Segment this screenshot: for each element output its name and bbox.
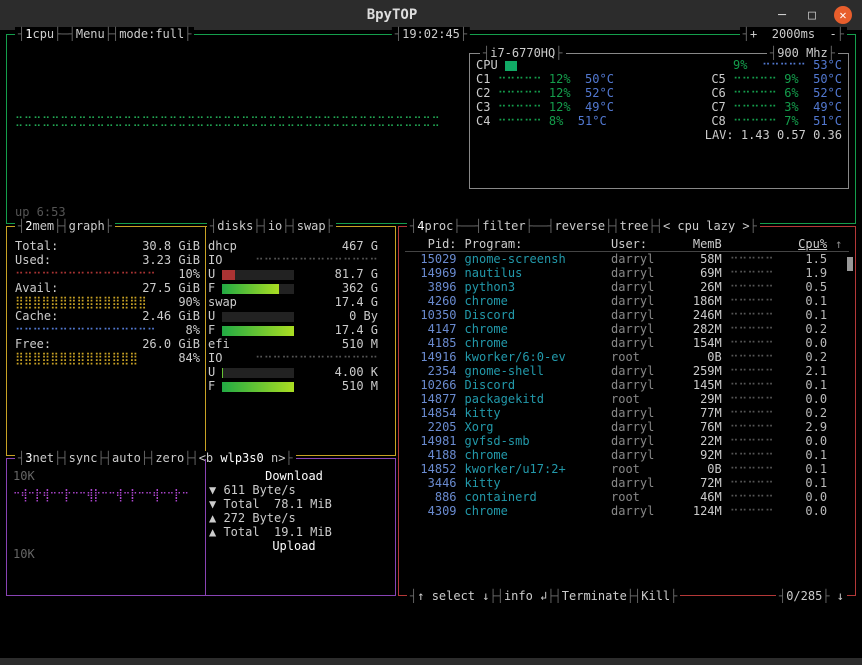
cpu-core-row: C2 ⠒⠒⠒⠒⠒ 12% 52°CC6 ⠒⠒⠒⠒⠒ 6% 52°C: [476, 86, 842, 100]
proc-scrollbar[interactable]: [847, 257, 853, 271]
net-upload-total: 19.1 MiB: [274, 525, 332, 539]
window-title: BpyTOP: [10, 7, 774, 23]
mem-disks[interactable]: disks: [217, 219, 253, 233]
cpu-core-row: C1 ⠒⠒⠒⠒⠒ 12% 50°CC5 ⠒⠒⠒⠒⠒ 9% 50°C: [476, 72, 842, 86]
net-divider: [205, 459, 206, 595]
net-auto[interactable]: auto: [112, 451, 141, 465]
table-row[interactable]: 2354gnome-shelldarryl259M⠒⠒⠒⠒⠒2.1: [405, 364, 849, 378]
mem-total: 30.8 GiB: [142, 239, 200, 253]
table-row[interactable]: 10350Discorddarryl246M⠒⠒⠒⠒⠒0.1: [405, 308, 849, 322]
proc-kill[interactable]: Kill: [641, 589, 670, 603]
proc-label: proc: [424, 219, 453, 233]
table-row[interactable]: 886containerdroot46M⠒⠒⠒⠒⠒0.0: [405, 490, 849, 504]
table-row[interactable]: 14877packagekitdroot29M⠒⠒⠒⠒⠒0.0: [405, 392, 849, 406]
mem-avail: 27.5 GiB: [142, 281, 200, 295]
terminal: ┤1cpu├─┤Menu├┤mode:full├ ┤19:02:45├ ┤+ 2…: [0, 30, 862, 658]
proc-filter[interactable]: filter: [482, 219, 525, 233]
cpu-lav: LAV: 1.43 0.57 0.36: [705, 128, 842, 142]
cpu-uptime: up 6:53: [15, 205, 66, 219]
cpu-overall-pct: 9%: [733, 58, 747, 72]
disk-stats: dhcp467 G IO⠒⠒⠒⠒⠒⠒⠒⠒⠒⠒⠒⠒⠒⠒ U 81.7 G F 36…: [208, 239, 378, 393]
cpu-menu[interactable]: Menu: [76, 27, 105, 41]
proc-info[interactable]: info: [504, 589, 533, 603]
table-row[interactable]: 14854kittydarryl77M⠒⠒⠒⠒⠒0.2: [405, 406, 849, 420]
cpu-core-row: C3 ⠒⠒⠒⠒⠒ 12% 49°CC7 ⠒⠒⠒⠒⠒ 3% 49°C: [476, 100, 842, 114]
cpu-core-row: C4 ⠒⠒⠒⠒⠒ 8% 51°CC8 ⠒⠒⠒⠒⠒ 7% 51°C: [476, 114, 842, 128]
cpu-model: i7-6770HQ: [490, 46, 555, 60]
cpu-panel: ┤1cpu├─┤Menu├┤mode:full├ ┤19:02:45├ ┤+ 2…: [6, 34, 856, 224]
mem-panel: ┤2mem├┤graph├ ┤disks├┤io├┤swap├ Total:30…: [6, 226, 396, 456]
disk-dhcp: dhcp: [208, 239, 237, 253]
table-row[interactable]: 3446kittydarryl72M⠒⠒⠒⠒⠒0.1: [405, 476, 849, 490]
cpu-graph: ⠒⠒⠒⠒⠒⠒⠒⠒⠒⠒⠒⠒⠒⠒⠒⠒⠒⠒⠒⠒⠒⠒⠒⠒⠒⠒⠒⠒⠒⠒⠒⠒⠒⠒⠒⠒⠒⠒⠒⠒…: [15, 115, 455, 131]
proc-panel: ┤4proc├──┤filter├──┤reverse├┤tree├┤< cpu…: [398, 226, 856, 596]
proc-position: 0/285: [786, 589, 822, 603]
net-download-rate: 611 Byte/s: [223, 483, 295, 497]
mem-stats: Total:30.8 GiB Used:3.23 GiB ⠒⠒⠒⠒⠒⠒⠒⠒⠒⠒⠒…: [15, 239, 200, 393]
titlebar: BpyTOP ─ □ ✕: [0, 0, 862, 30]
cpu-clock: 19:02:45: [402, 27, 460, 41]
net-graph: 10K ⠀⢀⠀⡀⢀⠀⠀⡀⠀⠀⢀⡀⠀⠀⢀⠀⡀⠀⠀⢀⠀⠀⡀⠀ ⠒⢾⠒⡗⢾⠒⠒⡗⠒⠒⢾…: [13, 469, 203, 561]
mem-graph[interactable]: graph: [69, 219, 105, 233]
cpu-overall-bar: [505, 61, 517, 71]
cpu-label: cpu: [32, 27, 54, 41]
proc-terminate[interactable]: Terminate: [562, 589, 627, 603]
cpu-mhz: 900 Mhz: [777, 46, 828, 60]
net-download-total: 78.1 MiB: [274, 497, 332, 511]
mem-cache: 2.46 GiB: [142, 309, 200, 323]
net-iface: wlp3s0: [220, 451, 263, 465]
mem-swap[interactable]: swap: [297, 219, 326, 233]
cpu-delay[interactable]: 2000ms: [772, 27, 815, 41]
table-row[interactable]: 4147chromedarryl282M⠒⠒⠒⠒⠒0.2: [405, 322, 849, 336]
cpu-mode[interactable]: full: [155, 27, 184, 41]
table-row[interactable]: 14981gvfsd-smbdarryl22M⠒⠒⠒⠒⠒0.0: [405, 434, 849, 448]
table-row[interactable]: 4185chromedarryl154M⠒⠒⠒⠒⠒0.0: [405, 336, 849, 350]
proc-table: Pid: Program: User: MemB Cpu% ↑ 15029gno…: [405, 237, 849, 518]
proc-sort[interactable]: cpu lazy: [677, 219, 735, 233]
table-row[interactable]: 14852kworker/u17:2+root0B⠒⠒⠒⠒⠒0.1: [405, 462, 849, 476]
table-row[interactable]: 14969nautilusdarryl69M⠒⠒⠒⠒⠒1.9: [405, 266, 849, 280]
net-info: Download ▼ 611 Byte/s ▼ Total 78.1 MiB ▲…: [209, 469, 379, 561]
table-row[interactable]: 4309chromedarryl124M⠒⠒⠒⠒⠒0.0: [405, 504, 849, 518]
mem-free: 26.0 GiB: [142, 337, 200, 351]
table-row[interactable]: 10266Discorddarryl145M⠒⠒⠒⠒⠒0.1: [405, 378, 849, 392]
net-upload-title: Upload: [209, 539, 379, 553]
table-row[interactable]: 2205Xorgdarryl76M⠒⠒⠒⠒⠒2.9: [405, 420, 849, 434]
close-button[interactable]: ✕: [834, 6, 852, 24]
proc-reverse[interactable]: reverse: [555, 219, 606, 233]
table-row[interactable]: 4188chromedarryl92M⠒⠒⠒⠒⠒0.1: [405, 448, 849, 462]
mem-io[interactable]: io: [268, 219, 282, 233]
proc-select[interactable]: select: [432, 589, 475, 603]
table-row[interactable]: 14916kworker/6:0-evroot0B⠒⠒⠒⠒⠒0.2: [405, 350, 849, 364]
proc-tree[interactable]: tree: [620, 219, 649, 233]
mem-divider: [205, 227, 206, 455]
disk-efi: efi: [208, 337, 230, 351]
minimize-button[interactable]: ─: [774, 7, 790, 23]
net-zero[interactable]: zero: [155, 451, 184, 465]
maximize-button[interactable]: □: [804, 7, 820, 23]
proc-header: Pid: Program: User: MemB Cpu% ↑: [405, 237, 849, 252]
net-sync[interactable]: sync: [69, 451, 98, 465]
table-row[interactable]: 3896python3darryl26M⠒⠒⠒⠒⠒0.5: [405, 280, 849, 294]
cpu-overall-temp: 53°C: [813, 58, 842, 72]
table-row[interactable]: 4260chromedarryl186M⠒⠒⠒⠒⠒0.1: [405, 294, 849, 308]
net-next[interactable]: n>: [271, 451, 285, 465]
net-label: net: [32, 451, 54, 465]
disk-swap: swap: [208, 295, 237, 309]
net-upload-rate: 272 Byte/s: [223, 511, 295, 525]
cpu-mode-label: mode:: [119, 27, 155, 41]
mem-used: 3.23 GiB: [142, 253, 200, 267]
table-row[interactable]: 15029gnome-screenshdarryl58M⠒⠒⠒⠒⠒1.5: [405, 252, 849, 267]
net-download-title: Download: [209, 469, 379, 483]
cpu-detail: ┤i7-6770HQ├ ┤900 Mhz├ CPU 9% ⠒⠒⠒⠒⠒ 53°C …: [469, 53, 849, 189]
mem-label: mem: [32, 219, 54, 233]
net-panel: ┤3net├┤sync├┤auto├┤zero├┤<b wlp3s0 n>├ 1…: [6, 458, 396, 596]
